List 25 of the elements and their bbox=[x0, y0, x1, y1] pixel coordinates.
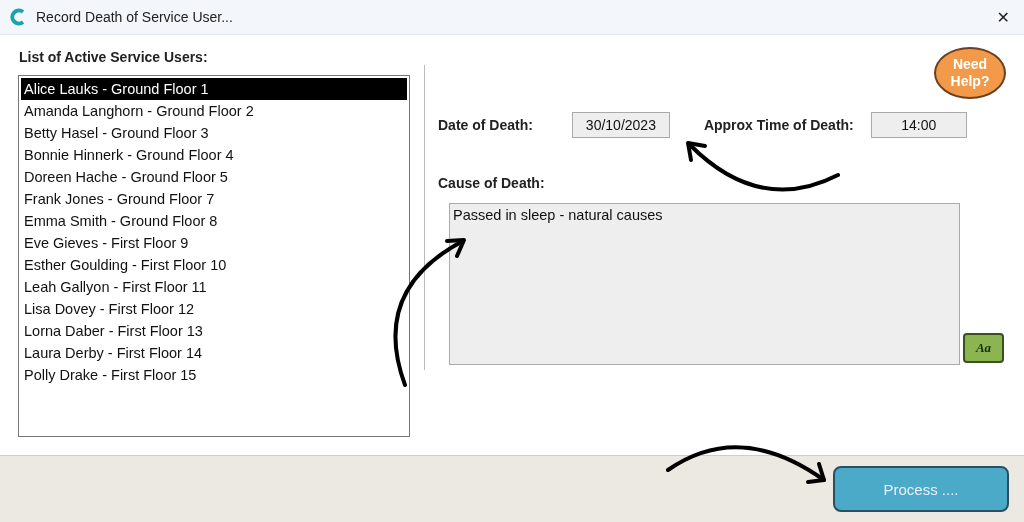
list-item[interactable]: Frank Jones - Ground Floor 7 bbox=[21, 188, 407, 210]
field-label: Date of Death: bbox=[438, 117, 533, 133]
list-item[interactable]: Betty Hasel - Ground Floor 3 bbox=[21, 122, 407, 144]
list-item[interactable]: Amanda Langhorn - Ground Floor 2 bbox=[21, 100, 407, 122]
font-button[interactable]: Aa bbox=[963, 333, 1004, 363]
list-item[interactable]: Polly Drake - First Floor 15 bbox=[21, 364, 407, 386]
list-label: List of Active Service Users: bbox=[19, 49, 209, 65]
list-item[interactable]: Lorna Daber - First Floor 13 bbox=[21, 320, 407, 342]
date-field[interactable]: 30/10/2023 bbox=[571, 112, 670, 138]
logo-icon bbox=[10, 8, 26, 26]
field-label: Approx Time of Death: bbox=[703, 117, 854, 133]
list-item[interactable]: Laura Derby - First Floor 14 bbox=[21, 342, 407, 364]
list-item[interactable]: Bonnie Hinnerk - Ground Floor 4 bbox=[21, 144, 407, 166]
window-title: Record Death of Service User... bbox=[36, 9, 234, 25]
list-item[interactable]: Doreen Hache - Ground Floor 5 bbox=[21, 166, 407, 188]
time-field[interactable]: 14:00 bbox=[870, 112, 967, 138]
list-item[interactable]: Emma Smith - Ground Floor 8 bbox=[21, 210, 407, 232]
list-item[interactable]: Lisa Dovey - First Floor 12 bbox=[21, 298, 407, 320]
close-button[interactable]: ✕ bbox=[992, 7, 1014, 27]
list-item[interactable]: Alice Lauks - Ground Floor 1 bbox=[21, 78, 407, 100]
field-label: Cause of Death: bbox=[438, 175, 546, 191]
list-item[interactable]: Eve Gieves - First Floor 9 bbox=[21, 232, 407, 254]
list-item[interactable]: Leah Gallyon - First Floor 11 bbox=[21, 276, 407, 298]
list-item[interactable]: Esther Goulding - First Floor 10 bbox=[21, 254, 407, 276]
cause-field[interactable]: Passed in sleep - natural causes bbox=[449, 203, 960, 365]
